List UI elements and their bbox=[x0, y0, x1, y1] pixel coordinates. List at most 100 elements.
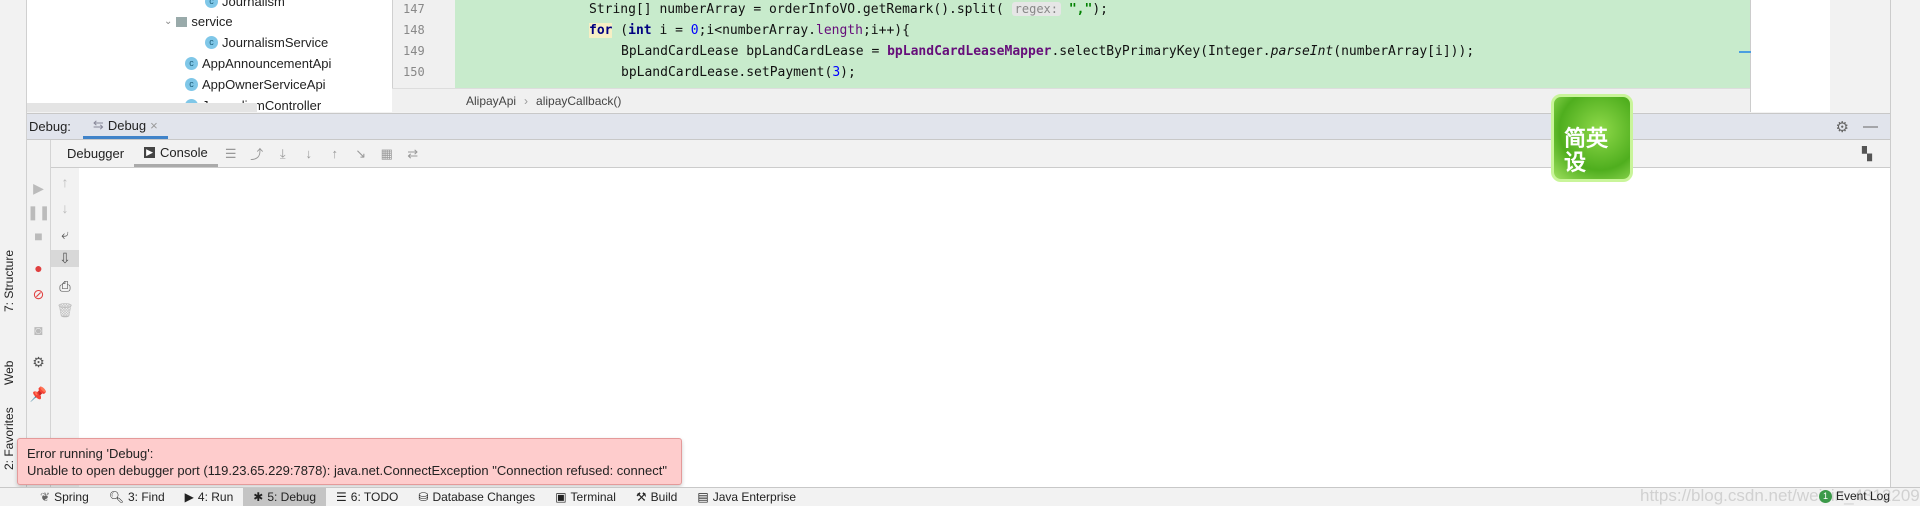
code-line: bpLandCardLease.setPayment(3); bbox=[621, 65, 856, 80]
tree-item[interactable]: c AppAnnouncementApi bbox=[185, 56, 331, 71]
chevron-down-icon[interactable]: ⌄ bbox=[164, 16, 172, 27]
down-icon[interactable]: ↓ bbox=[51, 200, 79, 216]
code-text: (numberArray[i])); bbox=[1333, 44, 1475, 59]
settings-icon[interactable]: ⚙ bbox=[27, 354, 50, 371]
close-icon[interactable]: × bbox=[150, 118, 158, 133]
debug-session-tab[interactable]: ⇆ Debug × bbox=[82, 114, 168, 139]
right-tool-strip bbox=[1890, 0, 1920, 487]
step-into-icon[interactable]: ↓ bbox=[296, 146, 322, 161]
breadcrumb: AlipayApi › alipayCallback() bbox=[392, 88, 1750, 112]
menu-icon[interactable]: ☰ bbox=[218, 146, 244, 162]
java-enterprise-icon: ▤ bbox=[697, 490, 709, 504]
project-tree: c Journalism ⌄ service c JournalismService … bbox=[27, 0, 392, 112]
tree-scrollbar[interactable] bbox=[27, 103, 257, 112]
string-literal: "," bbox=[1068, 2, 1093, 17]
find-tool-button[interactable]: 🔍︎ 3: Find bbox=[99, 488, 175, 506]
event-count-badge: 1 bbox=[1818, 489, 1832, 503]
label: Database Changes bbox=[432, 490, 536, 504]
code-text: i = bbox=[651, 23, 691, 38]
show-execution-point-icon[interactable]: ⤴ bbox=[244, 144, 270, 163]
debug-tab-icon: ⇆ bbox=[92, 117, 104, 132]
label: 5: Debug bbox=[267, 490, 317, 504]
resume-icon[interactable]: ▶ bbox=[27, 180, 50, 197]
todo-tool-button[interactable]: ☰ 6: TODO bbox=[326, 488, 408, 506]
structure-tool-tab[interactable]: 7: Structure bbox=[2, 250, 16, 312]
terminal-icon: ▣ bbox=[555, 490, 567, 504]
step-out-icon[interactable]: ↑ bbox=[322, 146, 348, 161]
class-icon: c bbox=[185, 78, 198, 91]
label: Build bbox=[650, 490, 678, 504]
code-text: .selectByPrimaryKey(Integer. bbox=[1051, 44, 1271, 59]
code-line: String[] numberArray = orderInfoVO.getRe… bbox=[589, 2, 1108, 17]
tab-label: Console bbox=[160, 144, 208, 160]
leaf-icon: ❦ bbox=[40, 490, 51, 504]
pause-icon[interactable]: ❚❚ bbox=[27, 204, 50, 221]
class-icon: c bbox=[205, 36, 218, 49]
layout-icon[interactable]: ▚ bbox=[1862, 146, 1872, 162]
code-text: ;i++){ bbox=[862, 23, 910, 38]
left-tool-strip: 7: Structure Web 2: Favorites bbox=[0, 0, 27, 487]
label: 4: Run bbox=[197, 490, 234, 504]
web-tool-tab[interactable]: Web bbox=[2, 361, 16, 385]
error-message: Unable to open debugger port (119.23.65.… bbox=[27, 463, 667, 478]
breadcrumb-item[interactable]: AlipayApi bbox=[466, 94, 516, 108]
trace-icon[interactable]: ⇄ bbox=[400, 146, 426, 162]
gear-icon[interactable]: ⚙ bbox=[1836, 118, 1849, 136]
tree-item[interactable]: c AppOwnerServiceApi bbox=[185, 77, 326, 92]
terminal-tool-button[interactable]: ▣ Terminal bbox=[545, 488, 626, 506]
tree-item[interactable]: c JournalismService bbox=[205, 35, 328, 50]
search-icon: 🔍︎ bbox=[108, 490, 124, 504]
class-icon: c bbox=[205, 0, 218, 8]
tab-console[interactable]: ▶ Console bbox=[134, 140, 218, 167]
label: Terminal bbox=[570, 490, 616, 504]
evaluate-icon[interactable]: ▦ bbox=[374, 146, 400, 162]
code-line: BpLandCardLease bpLandCardLease = bpLand… bbox=[621, 44, 1474, 59]
tree-item[interactable]: c Journalism bbox=[205, 0, 285, 9]
editor-right-area bbox=[1739, 0, 1830, 112]
tree-item-label: AppOwnerServiceApi bbox=[202, 77, 326, 92]
tree-item-label: AppAnnouncementApi bbox=[202, 56, 332, 71]
java-enterprise-tool-button[interactable]: ▤ Java Enterprise bbox=[687, 488, 806, 506]
debug-tool-button[interactable]: ✱ 5: Debug bbox=[243, 488, 327, 506]
code-text: ;i<numberArray. bbox=[698, 23, 816, 38]
scroll-to-end-icon[interactable]: ⇩ bbox=[51, 250, 79, 267]
line-gutter: 147 148 149 150 bbox=[392, 0, 455, 88]
view-breakpoints-icon[interactable]: ● bbox=[27, 260, 50, 276]
mute-breakpoints-icon[interactable]: ⊘ bbox=[27, 286, 50, 303]
line-number: 147 bbox=[403, 2, 425, 16]
run-tool-button[interactable]: ▶ 4: Run bbox=[175, 488, 244, 506]
tab-debugger[interactable]: Debugger bbox=[57, 140, 134, 167]
code-line: for (int i = 0;i<numberArray.length;i++)… bbox=[589, 23, 910, 38]
soft-wrap-icon[interactable]: ⤶ bbox=[51, 226, 79, 243]
line-number: 149 bbox=[403, 44, 425, 58]
breadcrumb-item[interactable]: alipayCallback() bbox=[536, 94, 621, 108]
run-to-cursor-icon[interactable]: ↘ bbox=[348, 146, 374, 162]
pin-icon[interactable]: 📌 bbox=[27, 386, 50, 403]
bug-icon: ✱ bbox=[253, 490, 264, 504]
code-text: ( bbox=[612, 23, 629, 38]
field: bpLandCardLeaseMapper bbox=[887, 44, 1052, 59]
minimize-icon[interactable]: — bbox=[1863, 118, 1878, 135]
database-changes-tool-button[interactable]: ⛁ Database Changes bbox=[408, 488, 545, 506]
print-icon[interactable]: ⎙ bbox=[51, 278, 79, 295]
tree-item-label: Journalism bbox=[222, 0, 285, 9]
method: parseInt bbox=[1270, 44, 1334, 59]
spring-tool-button[interactable]: ❦ Spring bbox=[30, 488, 99, 506]
debug-label: Debug: bbox=[29, 119, 71, 134]
label: 6: TODO bbox=[350, 490, 399, 504]
number-literal: 0 bbox=[690, 23, 699, 38]
event-log-button[interactable]: 1 Event Log bbox=[1818, 489, 1890, 503]
tab-label: Debugger bbox=[67, 146, 125, 161]
database-icon: ⛁ bbox=[418, 490, 429, 504]
camera-icon[interactable]: ◙ bbox=[27, 322, 50, 338]
code-editor[interactable]: String[] numberArray = orderInfoVO.getRe… bbox=[455, 0, 1750, 88]
tree-item[interactable]: ⌄ service bbox=[164, 14, 233, 29]
structure-label: 7: Structure bbox=[2, 249, 16, 312]
step-over-icon[interactable]: ⤓ bbox=[270, 146, 296, 162]
trash-icon[interactable]: 🗑 bbox=[51, 302, 79, 319]
line-number: 148 bbox=[403, 23, 425, 37]
stop-icon[interactable]: ■ bbox=[27, 228, 50, 244]
up-icon[interactable]: ↑ bbox=[51, 174, 79, 190]
favorites-tool-tab[interactable]: 2: Favorites bbox=[2, 407, 16, 470]
build-tool-button[interactable]: ⚒ Build bbox=[626, 488, 687, 506]
